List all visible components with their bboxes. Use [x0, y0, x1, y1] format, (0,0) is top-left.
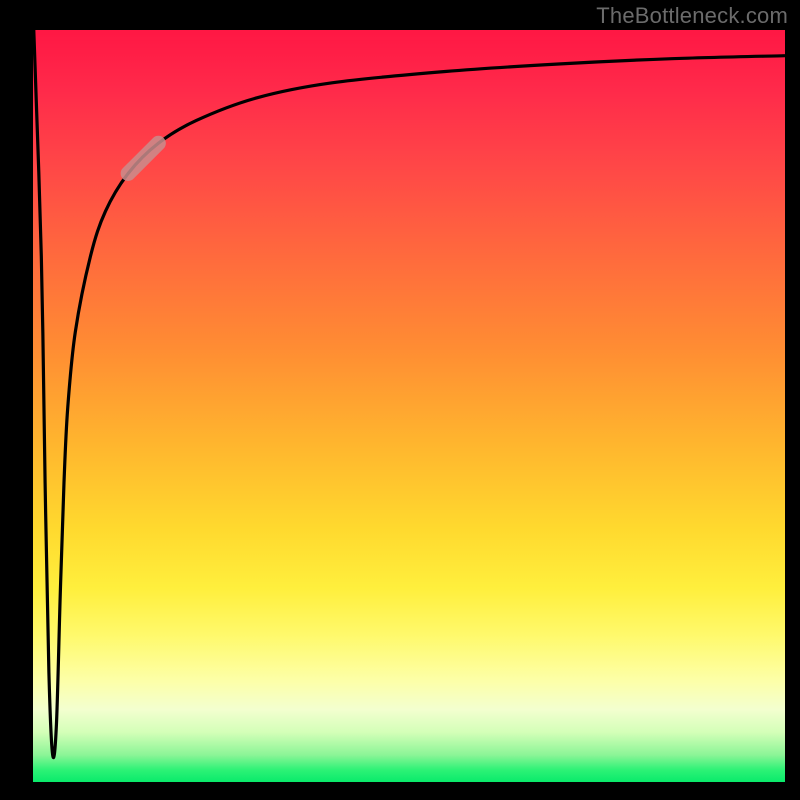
- y-axis: [30, 30, 33, 785]
- bottleneck-curve-path: [34, 30, 785, 758]
- attribution-text: TheBottleneck.com: [596, 3, 788, 29]
- x-axis: [30, 782, 785, 785]
- marker-segment: [128, 143, 158, 173]
- plot-area: [30, 30, 785, 785]
- curve-svg: [30, 30, 785, 785]
